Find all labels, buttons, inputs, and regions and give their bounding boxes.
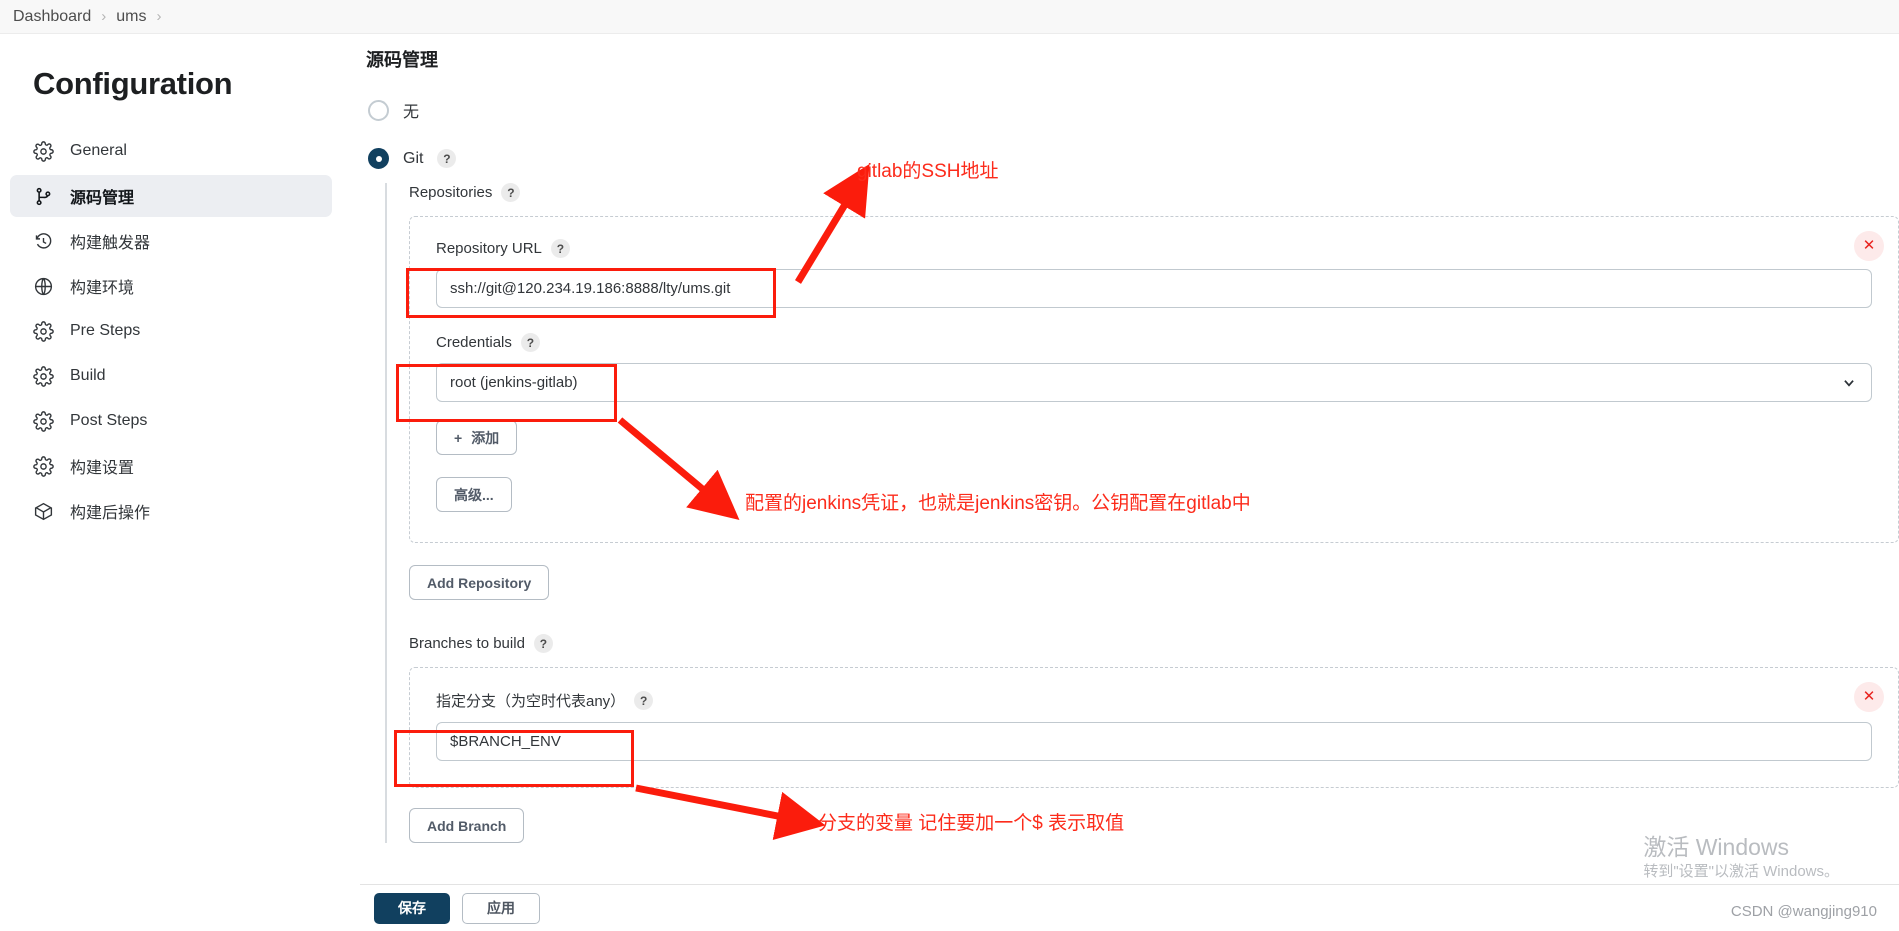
sidebar-item-label: General — [70, 142, 127, 159]
chevron-down-icon — [1844, 380, 1854, 387]
apply-button[interactable]: 应用 — [462, 892, 540, 924]
git-section-body: Repositories ? ✕ Repository URL ? Creden… — [385, 183, 1899, 843]
sidebar: Configuration General 源码管理 构建触发器 构建环境 Pr… — [0, 34, 360, 931]
radio-git-label: Git — [403, 149, 424, 167]
repository-card: ✕ Repository URL ? Credentials ? root (j… — [409, 216, 1899, 543]
add-credential-label: 添加 — [471, 429, 500, 446]
advanced-button[interactable]: 高级... — [436, 477, 512, 512]
sidebar-item-post-build-actions[interactable]: 构建后操作 — [10, 490, 332, 532]
sidebar-item-general[interactable]: General — [10, 130, 332, 172]
gear-icon — [33, 455, 54, 477]
git-branch-icon — [36, 187, 51, 205]
gear-icon — [33, 365, 54, 387]
credentials-label-row: Credentials ? — [436, 333, 1872, 352]
help-icon-repository-url[interactable]: ? — [550, 239, 570, 258]
sidebar-item-scm[interactable]: 源码管理 — [10, 175, 332, 217]
sidebar-nav: General 源码管理 构建触发器 构建环境 Pre Steps Build … — [0, 130, 360, 532]
sidebar-item-build[interactable]: Build — [10, 355, 332, 397]
radio-none-label: 无 — [403, 104, 420, 121]
sidebar-item-label: 构建设置 — [70, 460, 135, 477]
branches-label-row: Branches to build ? — [409, 634, 1899, 653]
branch-specifier-label-row: 指定分支（为空时代表any） ? — [436, 690, 1872, 711]
add-credential-button[interactable]: + 添加 — [436, 420, 518, 455]
package-icon — [34, 502, 53, 520]
gear-icon — [33, 320, 54, 342]
sidebar-item-post-steps[interactable]: Post Steps — [10, 400, 332, 442]
repository-url-label-row: Repository URL ? — [436, 239, 1872, 258]
breadcrumb-separator-icon: › — [101, 8, 107, 25]
branches-label: Branches to build — [409, 635, 525, 652]
section-title: 源码管理 — [366, 50, 438, 70]
branch-specifier-input[interactable] — [436, 722, 1872, 761]
sidebar-item-label: Pre Steps — [70, 322, 141, 339]
scm-option-git[interactable]: Git ? — [368, 148, 1899, 169]
branch-card: ✕ 指定分支（为空时代表any） ? — [409, 667, 1899, 788]
delete-branch-button[interactable]: ✕ — [1854, 682, 1884, 712]
help-icon-credentials[interactable]: ? — [520, 333, 540, 352]
radio-none[interactable] — [368, 99, 389, 121]
plus-icon: + — [454, 429, 463, 446]
gear-icon — [33, 140, 54, 162]
breadcrumb-item-dashboard[interactable]: Dashboard — [13, 8, 91, 26]
form-action-bar: 保存 应用 — [360, 884, 1899, 931]
app-root: Dashboard › ums › Configuration General … — [0, 0, 1899, 931]
sidebar-item-label: 构建触发器 — [70, 235, 151, 252]
clock-icon — [35, 232, 52, 248]
help-icon-branches[interactable]: ? — [533, 634, 553, 653]
repository-url-input-wrap — [436, 269, 1872, 308]
credentials-select-wrap: root (jenkins-gitlab) — [436, 363, 1872, 402]
branch-specifier-label: 指定分支（为空时代表any） — [436, 693, 626, 710]
credentials-selected-value: root (jenkins-gitlab) — [450, 374, 578, 391]
page-title: Configuration — [33, 66, 233, 101]
help-icon-repositories[interactable]: ? — [501, 183, 521, 202]
advanced-row: 高级... — [436, 477, 1872, 512]
sidebar-item-build-settings[interactable]: 构建设置 — [10, 445, 332, 487]
save-button[interactable]: 保存 — [374, 892, 450, 924]
add-branch-button[interactable]: Add Branch — [409, 808, 525, 843]
delete-repository-button[interactable]: ✕ — [1854, 231, 1884, 261]
sidebar-item-label: 构建后操作 — [70, 505, 151, 522]
repository-url-input[interactable] — [436, 269, 1872, 308]
credentials-select[interactable]: root (jenkins-gitlab) — [436, 363, 1872, 402]
credentials-label: Credentials — [436, 334, 512, 351]
windows-activation-watermark: 激活 Windows 转到"设置"以激活 Windows。 — [1643, 833, 1839, 883]
sidebar-item-label: 构建环境 — [70, 280, 135, 297]
breadcrumb: Dashboard › ums › — [0, 0, 1899, 34]
csdn-watermark: CSDN @wangjing910 — [1730, 903, 1877, 920]
sidebar-item-label: Post Steps — [70, 412, 148, 429]
add-repository-button[interactable]: Add Repository — [409, 565, 550, 600]
scm-option-none[interactable]: 无 — [368, 98, 1899, 122]
globe-icon — [34, 277, 53, 295]
breadcrumb-separator-icon-2: › — [156, 8, 162, 25]
sidebar-item-label: Build — [70, 367, 106, 384]
add-credential-row: + 添加 — [436, 420, 1872, 455]
windows-activation-title: 激活 Windows — [1643, 834, 1790, 860]
main-content: 源码管理 无 Git ? Repositories ? ✕ Repository… — [360, 34, 1899, 884]
repository-url-label: Repository URL — [436, 240, 542, 257]
gear-icon — [33, 410, 54, 432]
add-repository-row: Add Repository — [409, 565, 1899, 600]
help-icon-git[interactable]: ? — [437, 149, 457, 168]
radio-git[interactable] — [368, 148, 389, 169]
sidebar-item-build-triggers[interactable]: 构建触发器 — [10, 220, 332, 262]
branch-specifier-input-wrap — [436, 722, 1872, 761]
breadcrumb-item-ums[interactable]: ums — [116, 8, 146, 26]
repositories-label: Repositories — [409, 184, 493, 201]
windows-activation-sub: 转到"设置"以激活 Windows。 — [1643, 863, 1839, 880]
repositories-label-row: Repositories ? — [409, 183, 1899, 202]
sidebar-item-pre-steps[interactable]: Pre Steps — [10, 310, 332, 352]
sidebar-item-build-environment[interactable]: 构建环境 — [10, 265, 332, 307]
help-icon-branch-specifier[interactable]: ? — [634, 691, 654, 710]
sidebar-item-label: 源码管理 — [70, 190, 135, 207]
